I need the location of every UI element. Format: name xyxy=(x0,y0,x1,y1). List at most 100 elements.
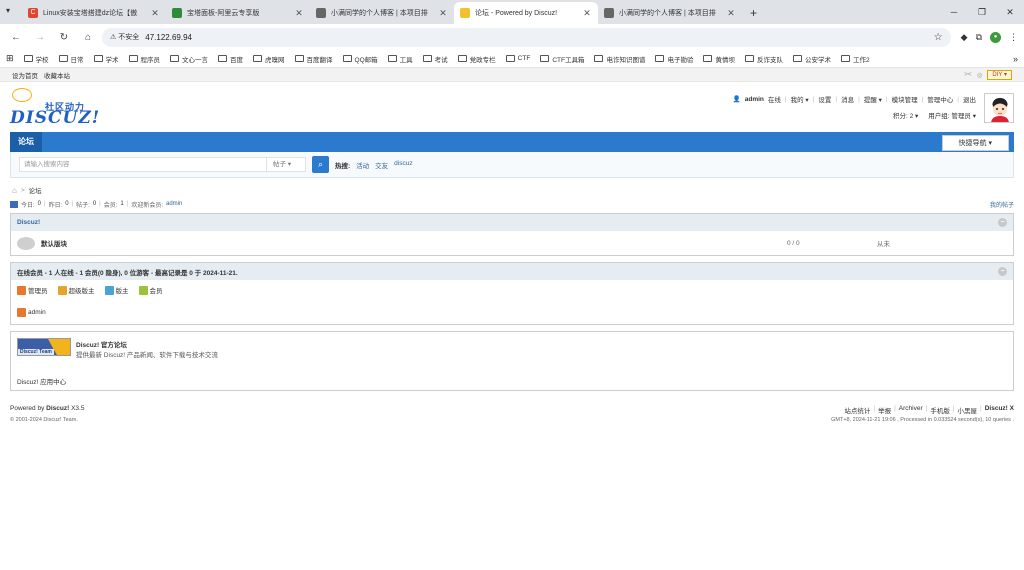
powered-brand-link[interactable]: Discuz! xyxy=(46,405,69,412)
bookmark-item[interactable]: 电子勘验 xyxy=(655,54,693,64)
usergroup-legend-item: 超级版主 xyxy=(57,285,95,295)
my-posts-link[interactable]: 我的帖子 xyxy=(990,200,1014,209)
search-type-select[interactable]: 帖子 ▾ xyxy=(266,157,306,172)
bookmark-item[interactable]: 百度翻译 xyxy=(294,54,333,64)
online-status[interactable]: 在线 xyxy=(768,94,781,104)
footer-mobile-link[interactable]: 手机版 xyxy=(930,405,950,415)
hot-link-2[interactable]: 交友 xyxy=(375,160,388,170)
set-homepage-link[interactable]: 设为首页 xyxy=(12,70,38,80)
bookmarks-more-button[interactable]: » xyxy=(1013,54,1018,64)
search-input[interactable]: 请输入搜索内容 xyxy=(19,157,267,172)
browser-tab[interactable]: 宝塔面板-阿里云专享版 ✕ xyxy=(166,2,310,24)
bookmark-item[interactable]: 工具 xyxy=(387,54,413,64)
forum-group-title[interactable]: Discuz! xyxy=(17,219,40,226)
bookmark-item[interactable]: 党政专栏 xyxy=(457,54,496,64)
credits-link[interactable]: 积分: 2 ▾ xyxy=(893,110,918,120)
notifications-link[interactable]: 提醒 ▾ xyxy=(864,94,882,104)
menu-kebab-icon[interactable]: ⋮ xyxy=(1009,32,1018,43)
restore-icon[interactable]: ❐ xyxy=(968,0,996,24)
bookmark-item[interactable]: 反诈支队 xyxy=(744,54,783,64)
browser-tab[interactable]: C Linux安装宝塔搭建dz论坛【傲 ✕ xyxy=(22,2,166,24)
messages-link[interactable]: 消息 xyxy=(841,94,854,104)
avatar[interactable] xyxy=(984,93,1014,123)
bookmark-item[interactable]: CTF xyxy=(505,54,530,64)
collapse-online-icon[interactable]: − xyxy=(998,267,1007,276)
folder-icon xyxy=(744,55,754,62)
bookmark-item[interactable]: 黄情坝 xyxy=(703,54,735,64)
home-button-icon[interactable]: ⌂ xyxy=(78,32,98,43)
bookmark-item[interactable]: 学术 xyxy=(93,54,119,64)
module-admin-link[interactable]: 模块管理 xyxy=(892,94,918,104)
bookmark-item[interactable]: 日常 xyxy=(58,54,84,64)
quick-nav-button[interactable]: 快捷导航 ▾ xyxy=(941,135,1009,151)
online-member-link[interactable]: admin xyxy=(28,309,46,316)
forum-name-link[interactable]: 默认版块 xyxy=(41,238,67,248)
home-icon[interactable]: ⌂ xyxy=(12,186,17,195)
tab-close-icon[interactable]: ✕ xyxy=(582,8,592,19)
usergroup-label: 会员 xyxy=(149,288,163,295)
tab-search-icon[interactable]: ▾ xyxy=(6,6,10,15)
footer-brand-link[interactable]: Discuz! X xyxy=(985,405,1014,415)
extension-icon[interactable]: ◆ xyxy=(961,32,968,43)
style-icon[interactable]: ◎ xyxy=(977,71,983,79)
bookmark-item[interactable]: QQ邮箱 xyxy=(342,54,378,64)
bookmark-site-link[interactable]: 收藏本站 xyxy=(44,70,70,80)
app-center-link[interactable]: Discuz! 应用中心 xyxy=(17,376,66,386)
bookmark-item[interactable]: 程序员 xyxy=(128,54,160,64)
bookmark-item[interactable]: 学校 xyxy=(23,54,49,64)
online-title[interactable]: 在线会员 - 1 人在线 - 1 会员(0 隐身), 0 位游客 - 最高记录是… xyxy=(17,267,238,277)
switch-width-icon[interactable]: >< xyxy=(964,71,972,78)
new-tab-button[interactable]: + xyxy=(742,2,765,24)
discuz-team-logo[interactable]: Discuz! Team xyxy=(17,338,71,356)
footer-archiver-link[interactable]: Archiver xyxy=(899,405,923,415)
nav-forum[interactable]: 论坛 xyxy=(10,132,42,152)
footer-blacklist-link[interactable]: 小黑屋 xyxy=(958,405,978,415)
forward-icon[interactable]: → xyxy=(30,32,50,43)
bookmark-label: QQ邮箱 xyxy=(354,56,378,64)
browser-tab[interactable]: 小满同学的个人博客 | 本项目排 ✕ xyxy=(598,2,742,24)
usergroup-link[interactable]: 用户组: 管理员 ▾ xyxy=(928,110,976,120)
search-button[interactable]: ⌕ xyxy=(312,156,329,173)
hot-link-1[interactable]: 活动 xyxy=(356,160,369,170)
apps-grid-icon[interactable]: ⊞ xyxy=(6,53,14,64)
minimize-icon[interactable]: ─ xyxy=(940,0,968,24)
profile-avatar-icon[interactable]: ● xyxy=(990,31,1001,43)
reload-icon[interactable]: ↻ xyxy=(54,32,74,43)
bookmark-item[interactable]: 考试 xyxy=(422,54,448,64)
tab-close-icon[interactable]: ✕ xyxy=(438,8,448,19)
username-link[interactable]: admin xyxy=(745,96,764,103)
settings-link[interactable]: 设置 xyxy=(818,94,831,104)
tab-close-icon[interactable]: ✕ xyxy=(150,8,160,19)
bookmark-item[interactable]: 公安学术 xyxy=(792,54,831,64)
hot-link-3[interactable]: discuz xyxy=(394,160,412,170)
browser-tab[interactable]: 论坛 - Powered by Discuz! ✕ xyxy=(454,2,598,24)
bookmark-item[interactable]: 电诈知识图谱 xyxy=(594,54,645,64)
browser-tab[interactable]: 小满同学的个人博客 | 本项目排 ✕ xyxy=(310,2,454,24)
bookmark-star-icon[interactable]: ☆ xyxy=(934,32,943,43)
back-icon[interactable]: ← xyxy=(6,32,26,43)
footer-report-link[interactable]: 举报 xyxy=(878,405,891,415)
newest-member-link[interactable]: admin xyxy=(166,201,182,207)
logout-link[interactable]: 退出 xyxy=(963,94,976,104)
security-indicator[interactable]: ⚠ 不安全 xyxy=(110,32,139,42)
diy-button[interactable]: DIY ▾ xyxy=(987,69,1012,80)
admin-center-link[interactable]: 管理中心 xyxy=(927,94,953,104)
address-bar[interactable]: ⚠ 不安全 47.122.69.94 ☆ xyxy=(102,27,951,47)
bookmark-item[interactable]: 百度 xyxy=(218,54,243,64)
footer-stats-link[interactable]: 站点统计 xyxy=(844,405,870,415)
bookmark-item[interactable]: CTF工具箱 xyxy=(540,54,584,64)
bookmark-item[interactable]: 文心一言 xyxy=(170,54,208,64)
breadcrumb-current[interactable]: 论坛 xyxy=(29,185,42,195)
tab-close-icon[interactable]: ✕ xyxy=(726,8,736,19)
bookmark-item[interactable]: 工作2 xyxy=(840,54,870,64)
online-members-box: 在线会员 - 1 人在线 - 1 会员(0 隐身), 0 位游客 - 最高记录是… xyxy=(10,262,1014,325)
official-forum-link[interactable]: Discuz! 官方论坛 xyxy=(76,339,127,349)
collapse-icon[interactable]: − xyxy=(998,218,1007,227)
url-text[interactable]: 47.122.69.94 xyxy=(145,33,927,42)
discuz-logo[interactable]: 社区动力 DISCUZ! xyxy=(10,88,99,128)
bookmark-item[interactable]: 虎嗅网 xyxy=(253,54,285,64)
tab-close-icon[interactable]: ✕ xyxy=(294,8,304,19)
extensions-puzzle-icon[interactable]: ⧉ xyxy=(976,32,982,43)
my-menu-link[interactable]: 我的 ▾ xyxy=(791,94,809,104)
close-window-icon[interactable]: ✕ xyxy=(996,0,1024,24)
